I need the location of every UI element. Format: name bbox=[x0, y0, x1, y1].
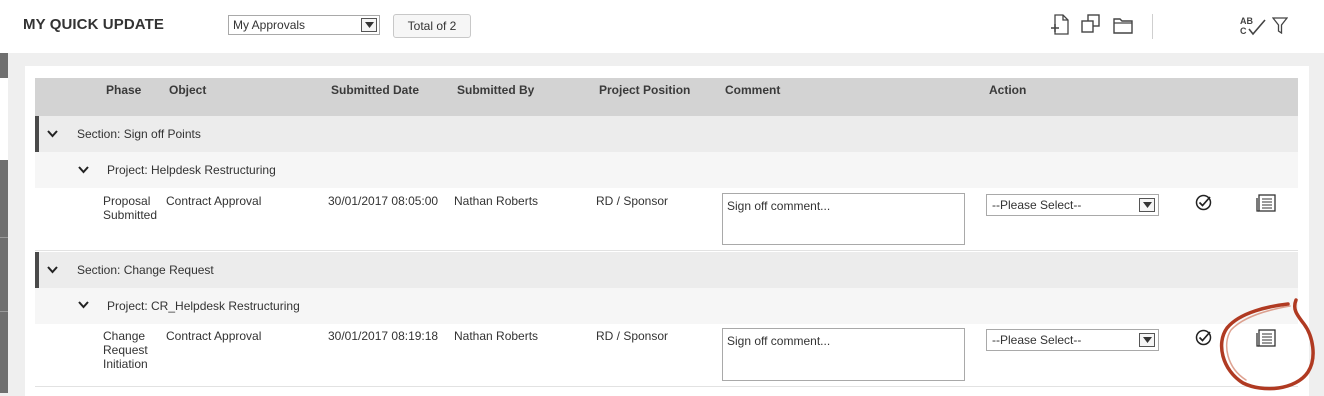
column-header-project-position[interactable]: Project Position bbox=[599, 83, 690, 97]
project-position-cell: RD / Sponsor bbox=[596, 194, 669, 208]
column-header-action[interactable]: Action bbox=[989, 83, 1026, 97]
copy-icon[interactable] bbox=[1081, 14, 1101, 37]
phase-line: Proposal bbox=[103, 194, 151, 208]
column-header-submitted-by[interactable]: Submitted By bbox=[457, 83, 534, 97]
phase-line: Initiation bbox=[103, 357, 148, 371]
column-header-object[interactable]: Object bbox=[169, 83, 206, 97]
column-header-submitted-date[interactable]: Submitted Date bbox=[331, 83, 419, 97]
chevron-down-icon bbox=[1139, 198, 1155, 212]
folder-icon[interactable] bbox=[1113, 17, 1133, 37]
spell-check-icon[interactable]: AB C bbox=[1240, 15, 1266, 40]
toolbar-separator bbox=[1152, 14, 1153, 39]
page-title: MY QUICK UPDATE bbox=[23, 16, 164, 33]
filter-icon[interactable] bbox=[1271, 17, 1289, 37]
collapse-chevron-icon[interactable] bbox=[47, 127, 58, 141]
sign-off-comment-input[interactable]: Sign off comment... bbox=[722, 328, 965, 381]
details-list-icon[interactable] bbox=[1256, 194, 1276, 215]
action-select[interactable]: --Please Select-- bbox=[986, 329, 1159, 351]
submitted-date-cell: 30/01/2017 08:19:18 bbox=[328, 329, 439, 343]
view-select[interactable]: My Approvals bbox=[228, 15, 380, 35]
left-edge-strip bbox=[0, 0, 8, 393]
object-cell: Contract Approval bbox=[166, 194, 262, 208]
project-label: Project: Helpdesk Restructuring bbox=[107, 163, 276, 177]
details-list-icon[interactable] bbox=[1256, 329, 1276, 350]
project-label: Project: CR_Helpdesk Restructuring bbox=[107, 299, 300, 313]
chevron-down-icon bbox=[1139, 333, 1155, 347]
view-select-value: My Approvals bbox=[233, 18, 306, 32]
section-label: Section: Change Request bbox=[77, 263, 214, 277]
collapse-chevron-icon[interactable] bbox=[78, 298, 89, 312]
phase-line: Change bbox=[103, 329, 146, 343]
submitted-by-cell: Nathan Roberts bbox=[454, 329, 539, 343]
chevron-down-icon bbox=[361, 18, 377, 32]
approve-check-icon[interactable] bbox=[1195, 194, 1212, 214]
comment-placeholder: Sign off comment... bbox=[727, 334, 831, 348]
column-header-phase[interactable]: Phase bbox=[106, 83, 141, 97]
phase-line: Request bbox=[103, 343, 148, 357]
top-bar: MY QUICK UPDATE My Approvals Total of 2 bbox=[0, 0, 1324, 53]
sign-off-comment-input[interactable]: Sign off comment... bbox=[722, 193, 965, 245]
column-header-comment[interactable]: Comment bbox=[725, 83, 780, 97]
spell-check-glyph-c: C bbox=[1240, 26, 1247, 36]
total-count-button[interactable]: Total of 2 bbox=[393, 14, 471, 38]
row-divider bbox=[35, 250, 1298, 251]
object-cell: Contract Approval bbox=[166, 329, 262, 343]
section-row bbox=[35, 116, 1298, 152]
phase-cell: Proposal Submitted bbox=[103, 194, 157, 222]
comment-placeholder: Sign off comment... bbox=[727, 199, 831, 213]
action-select-value: --Please Select-- bbox=[992, 333, 1082, 347]
submitted-date-cell: 30/01/2017 08:05:00 bbox=[328, 194, 439, 208]
approve-check-icon[interactable] bbox=[1195, 329, 1212, 349]
section-label: Section: Sign off Points bbox=[77, 127, 201, 141]
row-divider bbox=[35, 386, 1298, 387]
phase-cell: Change Request Initiation bbox=[103, 329, 148, 371]
section-row bbox=[35, 252, 1298, 288]
submitted-by-cell: Nathan Roberts bbox=[454, 194, 539, 208]
spell-check-glyph-ab: AB bbox=[1240, 16, 1253, 26]
action-select-value: --Please Select-- bbox=[992, 198, 1082, 212]
add-document-icon[interactable] bbox=[1050, 14, 1070, 39]
collapse-chevron-icon[interactable] bbox=[78, 163, 89, 177]
phase-line: Submitted bbox=[103, 208, 158, 222]
collapse-chevron-icon[interactable] bbox=[47, 263, 58, 277]
action-select[interactable]: --Please Select-- bbox=[986, 194, 1159, 216]
project-position-cell: RD / Sponsor bbox=[596, 329, 669, 343]
